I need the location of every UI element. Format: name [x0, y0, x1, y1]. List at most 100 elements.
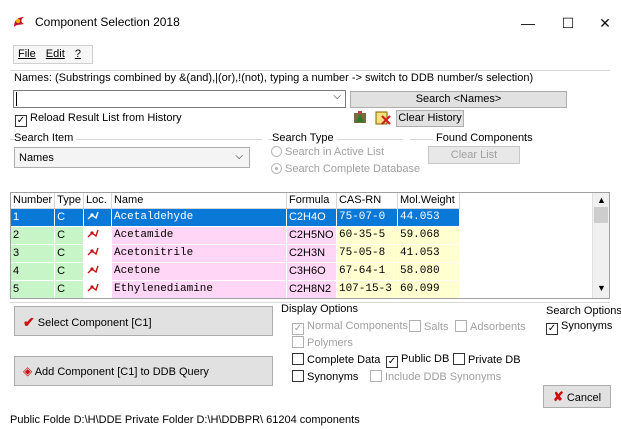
search-synonyms-checkbox[interactable]: ✓ Synonyms	[546, 320, 612, 335]
col-name[interactable]: Name	[111, 193, 287, 209]
checkbox-icon	[453, 353, 465, 365]
cell-cas-rn: 75-07-0	[336, 208, 398, 227]
diamond-grid-icon: ◈	[23, 364, 33, 378]
cell-loc	[83, 208, 112, 227]
checkbox-check-icon: ✓	[292, 323, 304, 335]
checkbox-check-icon: ✓	[546, 323, 558, 335]
checkbox-icon	[292, 336, 304, 348]
cell-name: Acetamide	[111, 226, 287, 245]
grid-body: 1 C Acetaldehyde C2H4O 75-07-0 44.053 2 C Acetam…	[11, 208, 460, 298]
polymers-checkbox[interactable]: Polymers	[292, 336, 353, 349]
app-logo-icon	[14, 17, 24, 27]
text-cursor	[16, 92, 17, 106]
display-options-label: Display Options	[281, 303, 359, 315]
window-title: Component Selection 2018	[35, 15, 180, 29]
molecule-location-icon	[87, 283, 99, 291]
molecule-location-icon	[87, 247, 99, 255]
found-components-label: Found Components	[433, 132, 536, 144]
cancel-x-icon: ✘	[552, 389, 564, 404]
results-table: Number Type Loc. Name Formula CAS-RN Mol…	[11, 193, 460, 298]
grid-scrollbar[interactable]: ▲ ▼	[592, 193, 609, 298]
cell-cas-rn: 75-05-8	[336, 244, 398, 263]
adsorbents-checkbox[interactable]: Adsorbents	[455, 320, 526, 333]
menu-help[interactable]: ?	[75, 48, 81, 60]
add-component-button[interactable]: ◈ Add Component [C1] to DDB Query	[14, 356, 273, 386]
chevron-down-icon: ⌵	[235, 151, 243, 162]
table-row[interactable]: 5 C Ethylenediamine C2H8N2 107-15-3 60.099	[11, 280, 460, 298]
menu-edit[interactable]: Edit	[46, 48, 65, 60]
cell-name: Acetaldehyde	[111, 208, 287, 227]
title-bar: Component Selection 2018 — ☐ ✕	[0, 0, 621, 38]
cell-mol-weight: 41.053	[397, 244, 460, 263]
cell-loc	[83, 226, 112, 245]
col-mol-weight[interactable]: Mol.Weight	[397, 193, 460, 209]
menu-file[interactable]: File	[18, 48, 36, 60]
cell-cas-rn: 60-35-5	[336, 226, 398, 245]
clear-history-button[interactable]: Clear History	[396, 110, 464, 127]
radio-active-label: Search in Active List	[285, 146, 385, 158]
close-button[interactable]: ✕	[582, 8, 621, 38]
checkbox-icon	[455, 320, 467, 332]
clear-list-button[interactable]: Clear List	[428, 146, 520, 164]
cell-number: 5	[11, 280, 56, 298]
complete-data-checkbox[interactable]: Complete Data	[292, 353, 380, 366]
normal-components-checkbox[interactable]: ✓ Normal Components	[292, 320, 408, 335]
history-tool-icon[interactable]	[352, 110, 368, 126]
polymers-label: Polymers	[307, 337, 353, 349]
search-item-select[interactable]: Names ⌵	[14, 147, 250, 168]
radio-search-active-list[interactable]: Search in Active List	[271, 146, 384, 158]
reload-history-label: Reload Result List from History	[30, 112, 182, 124]
include-ddb-synonyms-label: Include DDB Synonyms	[385, 371, 502, 383]
table-row[interactable]: 2 C Acetamide C2H5NO 60-35-5 59.068	[11, 226, 460, 245]
radio-selected-icon	[271, 163, 282, 174]
cell-mol-weight: 59.068	[397, 226, 460, 245]
molecule-location-icon	[87, 265, 99, 273]
reload-history-checkbox[interactable]: ✓ Reload Result List from History	[15, 112, 182, 127]
synonyms-display-checkbox[interactable]: Synonyms	[292, 370, 358, 383]
complete-data-label: Complete Data	[307, 354, 381, 366]
radio-search-complete-db[interactable]: Search Complete Database	[271, 163, 420, 175]
cell-mol-weight: 44.053	[397, 208, 460, 227]
public-db-label: Public DB	[401, 353, 450, 365]
cancel-button[interactable]: ✘ Cancel	[543, 385, 611, 408]
cell-loc	[83, 262, 112, 281]
normal-components-label: Normal Components	[307, 320, 408, 332]
cell-formula: C2H5NO	[286, 226, 337, 245]
table-row[interactable]: 3 C Acetonitrile C2H3N 75-05-8 41.053	[11, 244, 460, 263]
synonyms-display-label: Synonyms	[307, 371, 359, 383]
public-db-checkbox[interactable]: ✓ Public DB	[386, 353, 449, 368]
search-names-button[interactable]: Search <Names>	[350, 91, 567, 108]
col-type[interactable]: Type	[54, 193, 84, 209]
include-ddb-synonyms-checkbox[interactable]: Include DDB Synonyms	[370, 370, 501, 383]
scroll-thumb[interactable]	[594, 207, 608, 223]
salts-checkbox[interactable]: Salts	[409, 320, 448, 333]
names-search-input[interactable]: ⌵	[13, 90, 346, 108]
scroll-down-icon[interactable]: ▼	[597, 283, 606, 293]
col-loc[interactable]: Loc.	[83, 193, 112, 209]
col-number[interactable]: Number	[11, 193, 56, 209]
chevron-down-icon[interactable]: ⌵	[333, 91, 341, 102]
radio-icon	[271, 146, 282, 157]
molecule-location-icon	[87, 229, 99, 237]
col-cas-rn[interactable]: CAS-RN	[336, 193, 398, 209]
checkbox-icon	[409, 320, 421, 332]
cell-type: C	[54, 244, 84, 263]
table-row[interactable]: 1 C Acetaldehyde C2H4O 75-07-0 44.053	[11, 208, 460, 227]
cell-type: C	[54, 208, 84, 227]
select-component-button[interactable]: ✔ Select Component [C1]	[14, 306, 273, 336]
add-component-label: Add Component [C1] to DDB Query	[34, 366, 209, 378]
status-bar: Public Folde D:\H\DDE Private Folder D:\…	[10, 414, 360, 426]
checkmark-icon: ✔	[23, 314, 35, 330]
cell-loc	[83, 280, 112, 298]
cell-type: C	[54, 262, 84, 281]
cell-formula: C3H6O	[286, 262, 337, 281]
search-options-label: Search Options	[546, 305, 621, 317]
scroll-up-icon[interactable]: ▲	[597, 195, 606, 205]
names-label: Names: (Substrings combined by &(and),|(…	[14, 72, 534, 84]
cell-number: 2	[11, 226, 56, 245]
table-row[interactable]: 4 C Acetone C3H6O 67-64-1 58.080	[11, 262, 460, 281]
private-db-checkbox[interactable]: Private DB	[453, 353, 521, 366]
cell-formula: C2H4O	[286, 208, 337, 227]
adsorbents-label: Adsorbents	[470, 321, 526, 333]
col-formula[interactable]: Formula	[286, 193, 337, 209]
